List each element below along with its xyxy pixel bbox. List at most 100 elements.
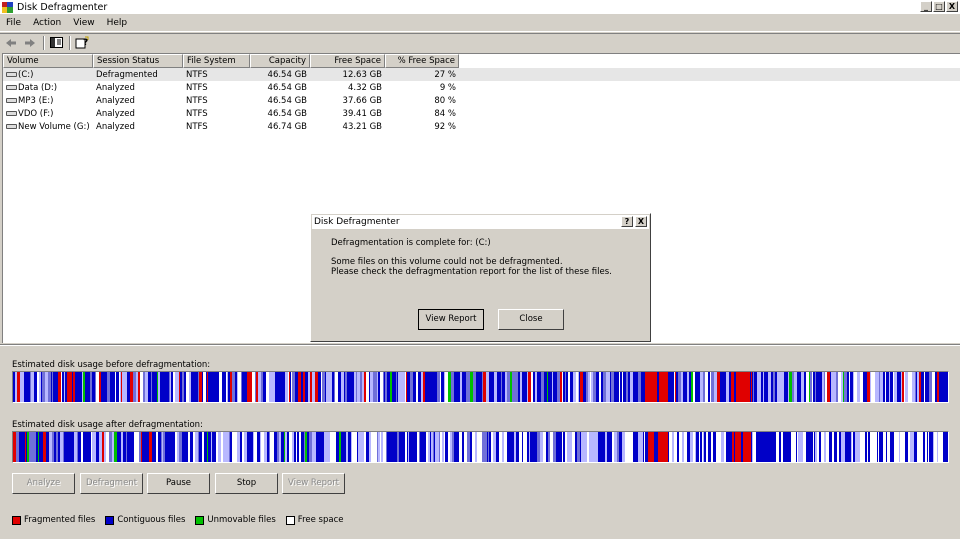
usage-stripe <box>700 372 703 402</box>
usage-stripe <box>76 432 77 462</box>
usage-stripe <box>158 432 161 462</box>
minimize-button[interactable]: _ <box>920 1 932 12</box>
column-free-space[interactable]: Free Space <box>310 54 385 68</box>
usage-stripe <box>443 432 444 462</box>
volume-row[interactable]: VDO (F:) Analyzed NTFS 46.54 GB 39.41 GB… <box>3 107 960 120</box>
usage-stripe <box>937 432 938 462</box>
usage-stripe <box>230 432 232 462</box>
usage-stripe <box>705 372 708 402</box>
column-capacity[interactable]: Capacity <box>250 54 310 68</box>
usage-stripe <box>512 432 514 462</box>
usage-stripe <box>845 372 847 402</box>
usage-stripe <box>784 372 785 402</box>
defragment-button[interactable]: Defragment <box>80 473 143 494</box>
usage-stripe <box>924 372 925 402</box>
usage-stripe <box>800 432 803 462</box>
usage-stripe <box>145 372 148 402</box>
usage-stripe <box>763 372 764 402</box>
forward-arrow-icon[interactable] <box>22 36 38 50</box>
usage-stripe <box>651 432 654 462</box>
close-window-button[interactable]: X <box>946 1 958 12</box>
menu-file[interactable]: File <box>0 18 27 28</box>
usage-stripe <box>218 432 221 462</box>
stop-button[interactable]: Stop <box>215 473 278 494</box>
show-hide-console-tree-icon[interactable] <box>48 36 64 50</box>
usage-stripe <box>466 372 468 402</box>
usage-stripe <box>527 372 528 402</box>
usage-stripe <box>366 372 369 402</box>
usage-stripe <box>565 372 566 402</box>
menu-view[interactable]: View <box>67 18 100 28</box>
usage-stripe <box>260 432 261 462</box>
usage-stripe <box>773 372 775 402</box>
column-session-status[interactable]: Session Status <box>93 54 183 68</box>
usage-stripe <box>602 432 605 462</box>
usage-stripe <box>337 432 339 462</box>
usage-stripe <box>655 372 656 402</box>
view-report-button[interactable]: View Report <box>418 309 484 330</box>
column-percent-free-space[interactable]: % Free Space <box>385 54 459 68</box>
column-volume[interactable]: Volume <box>3 54 93 68</box>
usage-stripe <box>870 432 872 462</box>
usage-stripe <box>553 432 556 462</box>
usage-stripe <box>547 372 548 402</box>
usage-stripe <box>834 372 835 402</box>
usage-stripe <box>685 372 687 402</box>
menu-action[interactable]: Action <box>27 18 67 28</box>
menu-help[interactable]: Help <box>101 18 134 28</box>
usage-stripe <box>572 432 575 462</box>
usage-stripe <box>826 432 829 462</box>
usage-stripe <box>377 372 378 402</box>
usage-stripe <box>235 372 237 402</box>
usage-stripe <box>530 432 533 462</box>
usage-stripe <box>741 432 743 462</box>
usage-stripe <box>794 372 797 402</box>
usage-stripe <box>419 432 420 462</box>
usage-stripe <box>177 432 179 462</box>
usage-stripe <box>143 432 146 462</box>
free-space: 43.21 GB <box>342 121 382 132</box>
usage-stripe <box>58 372 61 402</box>
usage-stripe <box>310 372 312 402</box>
dialog-close-x-button[interactable]: X <box>635 216 647 227</box>
usage-stripe <box>577 432 580 462</box>
dialog-help-button[interactable]: ? <box>621 216 633 227</box>
usage-stripe <box>789 372 792 402</box>
usage-stripe <box>602 372 603 402</box>
analyze-button[interactable]: Analyze <box>12 473 75 494</box>
volume-row[interactable]: Data (D:) Analyzed NTFS 46.54 GB 4.32 GB… <box>3 81 960 94</box>
usage-stripe <box>925 372 928 402</box>
usage-stripe <box>883 432 886 462</box>
usage-stripe <box>142 432 143 462</box>
help-icon[interactable]: ? <box>74 36 90 50</box>
usage-stripe <box>487 432 488 462</box>
usage-stripe <box>163 432 165 462</box>
pane-divider[interactable] <box>0 344 960 346</box>
back-arrow-icon[interactable] <box>3 36 19 50</box>
close-button[interactable]: Close <box>498 309 564 330</box>
pause-button[interactable]: Pause <box>147 473 210 494</box>
usage-stripe <box>695 372 697 402</box>
usage-stripe <box>777 372 778 402</box>
column-file-system[interactable]: File System <box>183 54 250 68</box>
usage-stripe <box>558 372 560 402</box>
restore-button[interactable]: □ <box>933 1 945 12</box>
usage-stripe <box>752 432 753 462</box>
usage-stripe <box>369 372 370 402</box>
usage-stripe <box>361 432 364 462</box>
usage-stripe <box>102 372 105 402</box>
usage-stripe <box>482 432 484 462</box>
usage-stripe <box>879 372 880 402</box>
usage-stripe <box>112 372 115 402</box>
usage-stripe <box>285 372 288 402</box>
volume-row[interactable]: MP3 (E:) Analyzed NTFS 46.54 GB 37.66 GB… <box>3 94 960 107</box>
usage-stripe <box>813 432 814 462</box>
volume-row[interactable]: (C:) Defragmented NTFS 46.54 GB 12.63 GB… <box>3 68 960 81</box>
usage-stripe <box>500 432 502 462</box>
volume-row[interactable]: New Volume (G:) Analyzed NTFS 46.74 GB 4… <box>3 120 960 133</box>
usage-stripe <box>791 432 792 462</box>
view-report-bottom-button[interactable]: View Report <box>282 473 345 494</box>
usage-stripe <box>468 372 470 402</box>
usage-stripe <box>644 372 645 402</box>
usage-stripe <box>315 372 318 402</box>
